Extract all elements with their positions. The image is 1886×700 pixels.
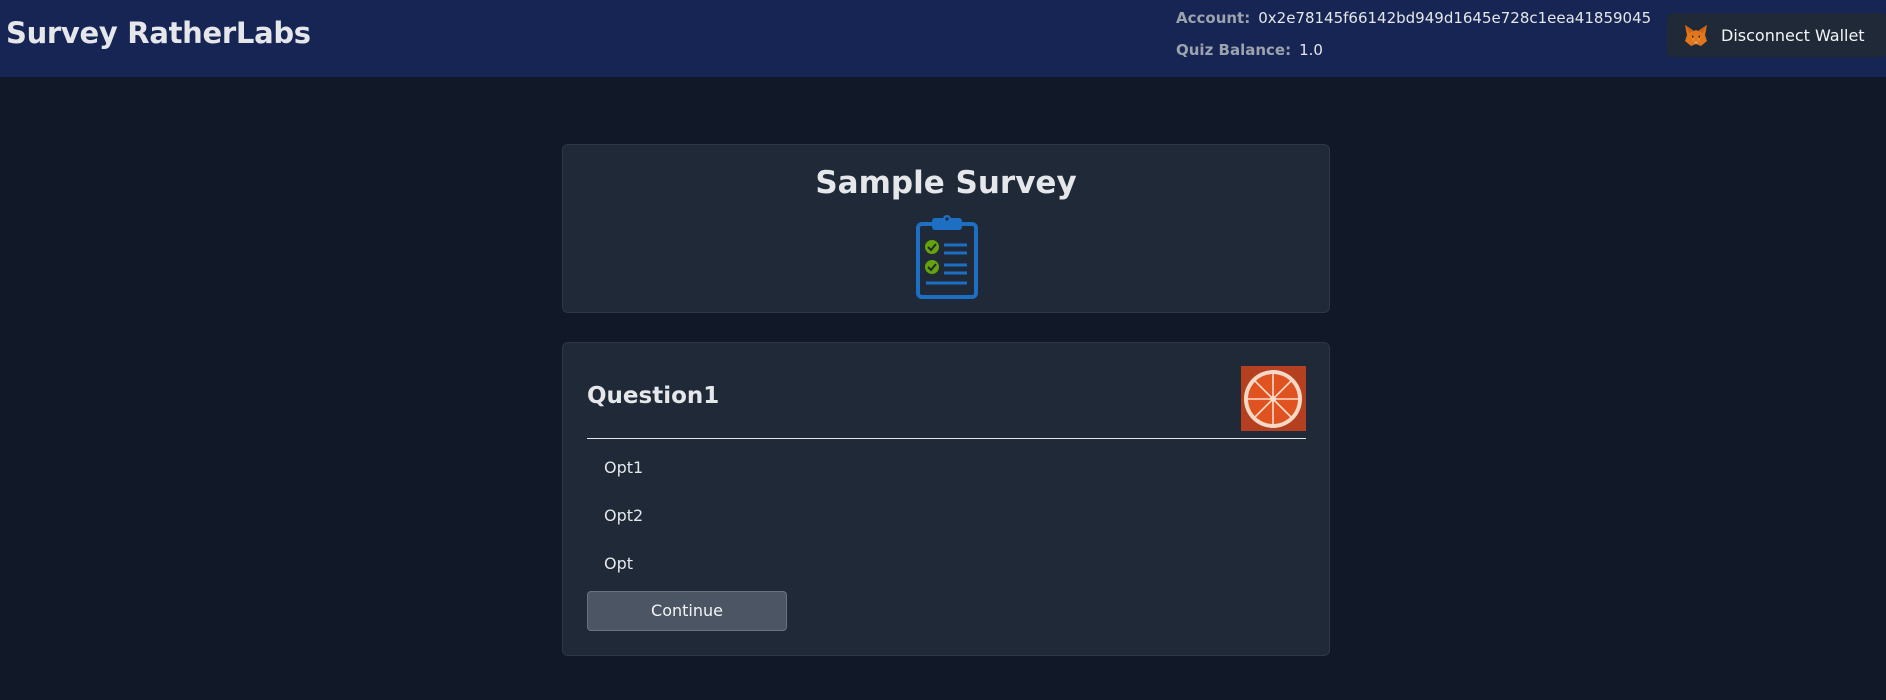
- option-3[interactable]: Opt: [604, 554, 633, 573]
- balance-label: Quiz Balance:: [1176, 41, 1292, 59]
- clipboard-checklist-icon: [916, 215, 978, 299]
- question-image: [1241, 366, 1306, 431]
- balance-row: Quiz Balance: 1.0: [1176, 41, 1323, 59]
- question-title: Question1: [587, 383, 720, 409]
- app-brand: Survey RatherLabs: [6, 16, 311, 50]
- option-1[interactable]: Opt1: [604, 458, 643, 477]
- orange-slice-image: [1241, 366, 1306, 431]
- survey-title-card: Sample Survey: [562, 144, 1330, 313]
- account-row: Account: 0x2e78145f66142bd949d1645e728c1e…: [1176, 9, 1651, 27]
- balance-value: 1.0: [1299, 41, 1323, 59]
- disconnect-wallet-label: Disconnect Wallet: [1721, 25, 1865, 45]
- account-label: Account:: [1176, 9, 1251, 27]
- account-address: 0x2e78145f66142bd949d1645e728c1eea418590…: [1258, 9, 1652, 27]
- top-header: Survey RatherLabs Account: 0x2e78145f6614…: [0, 0, 1886, 77]
- disconnect-wallet-button[interactable]: Disconnect Wallet: [1667, 13, 1886, 57]
- continue-button[interactable]: Continue: [587, 591, 787, 631]
- question-card: Question1 Opt1 Opt2 Opt Continue: [562, 342, 1330, 656]
- metamask-fox-icon: [1685, 25, 1707, 46]
- survey-title: Sample Survey: [815, 165, 1077, 201]
- question-divider: [587, 438, 1306, 439]
- option-2[interactable]: Opt2: [604, 506, 643, 525]
